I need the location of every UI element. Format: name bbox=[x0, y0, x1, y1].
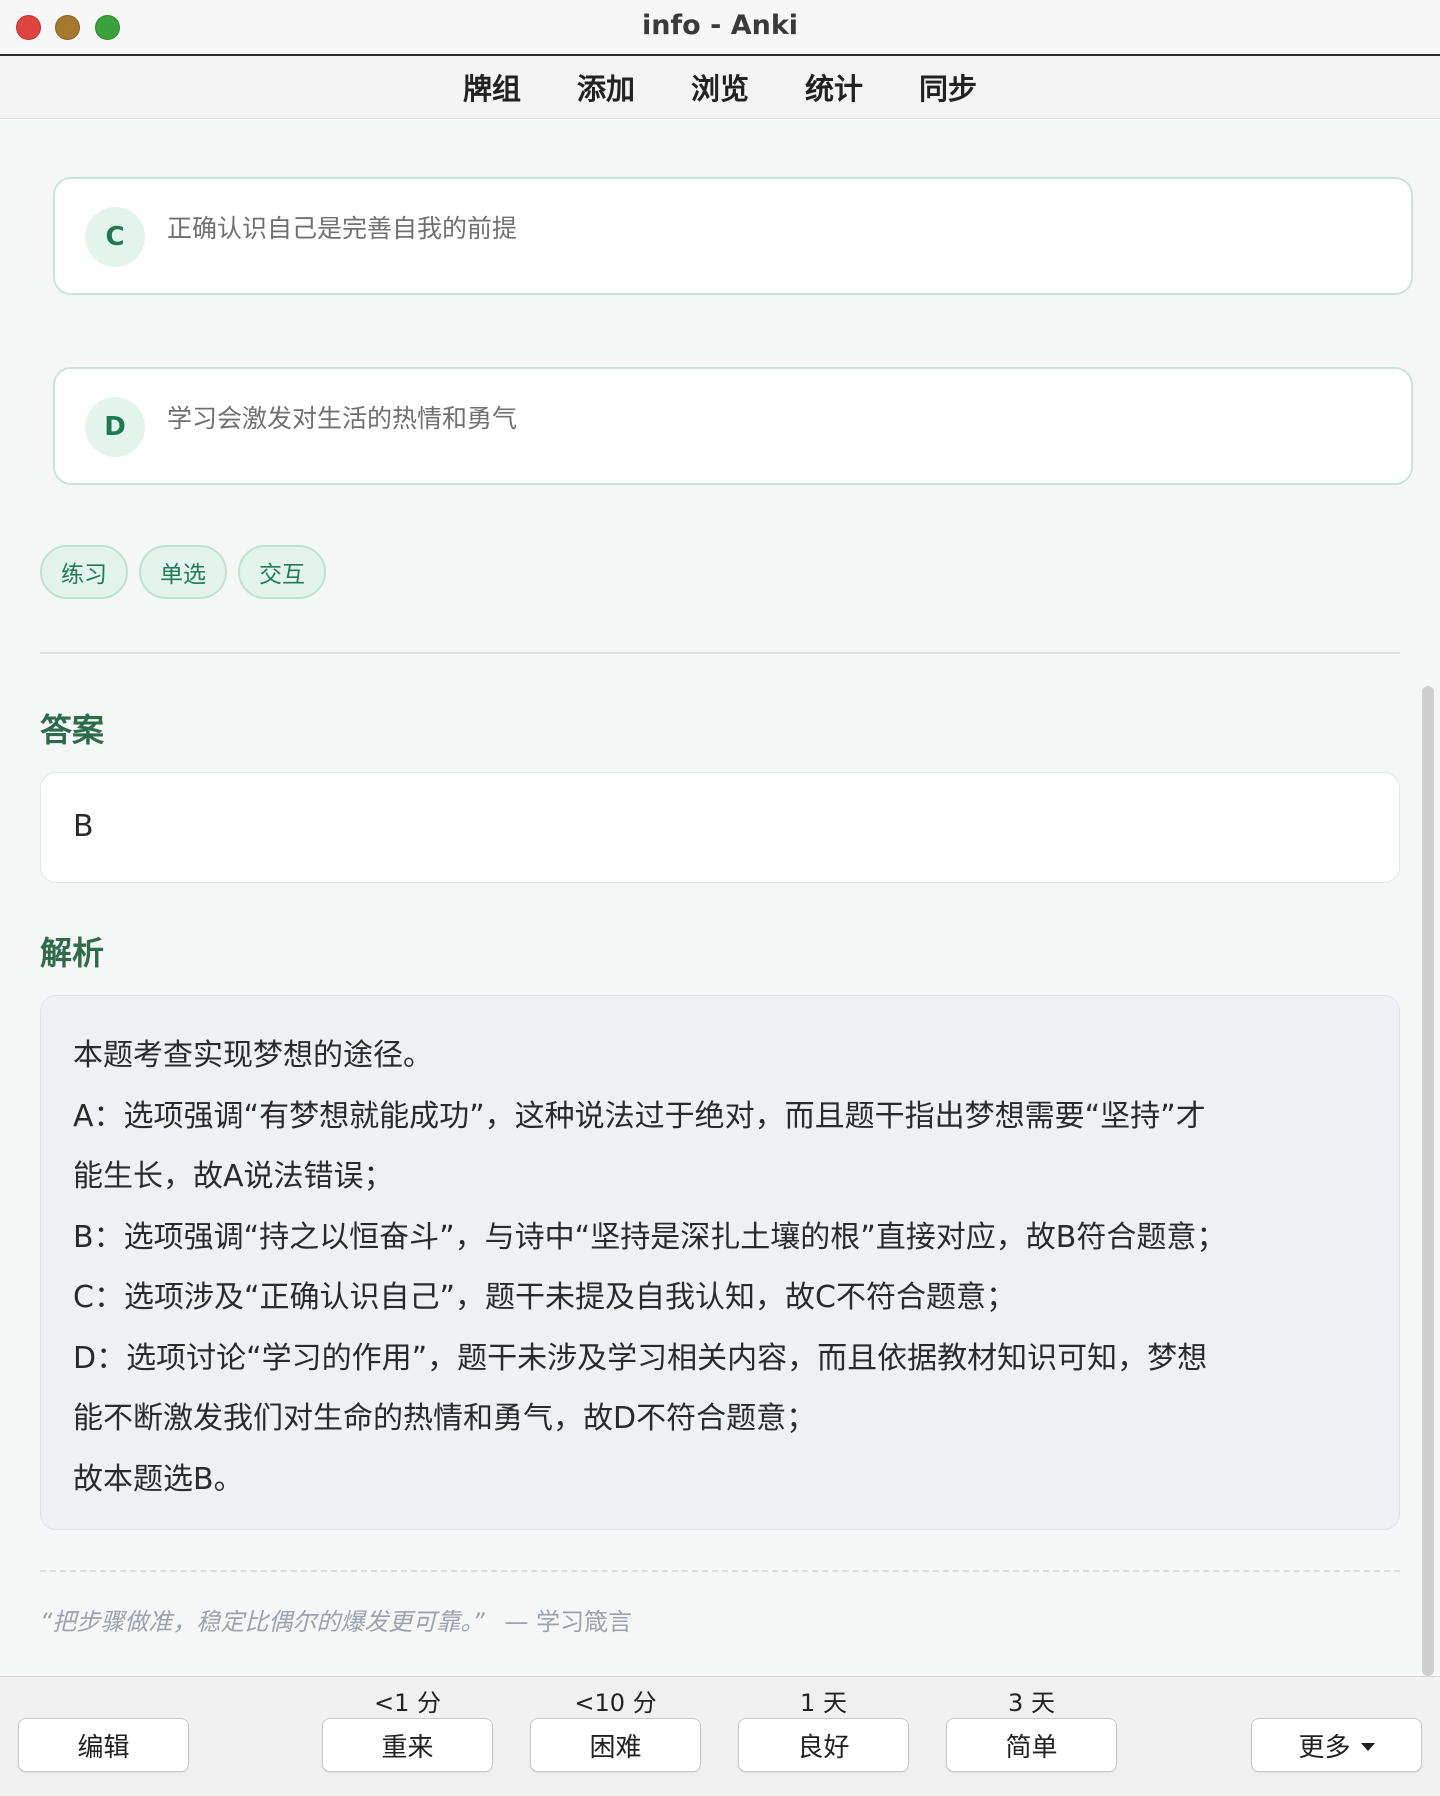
section-divider bbox=[40, 652, 1400, 654]
window-title: info - Anki bbox=[641, 10, 799, 41]
tag-interactive: 交互 bbox=[238, 545, 326, 599]
analysis-box: 本题考查实现梦想的途径。 A：选项强调“有梦想就能成功”，这种说法过于绝对，而且… bbox=[40, 995, 1400, 1530]
good-button[interactable]: 良好 bbox=[738, 1718, 909, 1772]
analysis-line: 能不断激发我们对生命的热情和勇气，故D不符合题意； bbox=[73, 1401, 817, 1436]
toolbar-browse[interactable]: 浏览 bbox=[663, 66, 777, 108]
analysis-line: 本题考查实现梦想的途径。 bbox=[73, 1038, 433, 1073]
analysis-line: B：选项强调“持之以恒奋斗”，与诗中“坚持是深扎土壤的根”直接对应，故B符合题意… bbox=[73, 1219, 1227, 1255]
again-button[interactable]: 重来 bbox=[322, 1718, 493, 1772]
easy-interval: 3 天 bbox=[1008, 1689, 1055, 1717]
tag-practice: 练习 bbox=[40, 545, 128, 599]
answer-box: B bbox=[40, 772, 1400, 883]
card-content: C 正确认识自己是完善自我的前提 D 学习会激发对生活的热情和勇气 练习 单选 … bbox=[0, 120, 1440, 1676]
toolbar-decks[interactable]: 牌组 bbox=[435, 66, 549, 108]
answer-value: B bbox=[73, 809, 94, 844]
analysis-line: 故本题选B。 bbox=[73, 1461, 244, 1497]
chevron-down-icon bbox=[1360, 1742, 1375, 1751]
main-toolbar: 牌组 添加 浏览 统计 同步 bbox=[0, 56, 1440, 119]
toolbar-sync[interactable]: 同步 bbox=[891, 66, 1005, 108]
good-interval: 1 天 bbox=[800, 1689, 847, 1717]
quote-source: — 学习箴言 bbox=[504, 1608, 633, 1636]
analysis-heading: 解析 bbox=[40, 934, 105, 972]
more-label: 更多 bbox=[1298, 1732, 1351, 1763]
option-c[interactable]: C 正确认识自己是完善自我的前提 bbox=[53, 177, 1413, 295]
hard-interval: <10 分 bbox=[574, 1689, 657, 1717]
analysis-line: 能生长，故A说法错误； bbox=[73, 1159, 394, 1194]
toolbar-add[interactable]: 添加 bbox=[549, 66, 663, 108]
tag-single-choice: 单选 bbox=[139, 545, 227, 599]
vertical-scrollbar[interactable] bbox=[1422, 686, 1434, 1676]
window-titlebar: info - Anki bbox=[0, 0, 1440, 56]
option-text: 正确认识自己是完善自我的前提 bbox=[167, 214, 518, 243]
quote-text: “把步骤做准，稳定比偶尔的爆发更可靠。” bbox=[40, 1608, 485, 1636]
option-d[interactable]: D 学习会激发对生活的热情和勇气 bbox=[53, 367, 1413, 485]
hard-button[interactable]: 困难 bbox=[530, 1718, 701, 1772]
option-letter-badge: C bbox=[85, 207, 145, 267]
quote-divider bbox=[40, 1570, 1400, 1572]
analysis-line: D：选项讨论“学习的作用”，题干未涉及学习相关内容，而且依据教材知识可知，梦想 bbox=[73, 1340, 1208, 1376]
option-text: 学习会激发对生活的热情和勇气 bbox=[167, 404, 518, 433]
review-bottom-bar: 编辑 <1 分 重来 <10 分 困难 1 天 良好 3 天 简单 更多 bbox=[0, 1676, 1440, 1796]
tag-list: 练习 单选 交互 bbox=[40, 545, 326, 599]
edit-button[interactable]: 编辑 bbox=[18, 1718, 189, 1772]
analysis-line: C：选项涉及“正确认识自己”，题干未提及自我认知，故C不符合题意； bbox=[73, 1280, 1016, 1315]
study-quote: “把步骤做准，稳定比偶尔的爆发更可靠。” — 学习箴言 bbox=[40, 1602, 632, 1637]
more-button[interactable]: 更多 bbox=[1251, 1718, 1422, 1772]
again-interval: <1 分 bbox=[373, 1689, 441, 1717]
easy-button[interactable]: 简单 bbox=[946, 1718, 1117, 1772]
analysis-line: A：选项强调“有梦想就能成功”，这种说法过于绝对，而且题干指出梦想需要“坚持”才 bbox=[73, 1098, 1206, 1134]
answer-heading: 答案 bbox=[40, 711, 105, 749]
option-letter-badge: D bbox=[85, 397, 145, 457]
toolbar-stats[interactable]: 统计 bbox=[777, 66, 891, 108]
